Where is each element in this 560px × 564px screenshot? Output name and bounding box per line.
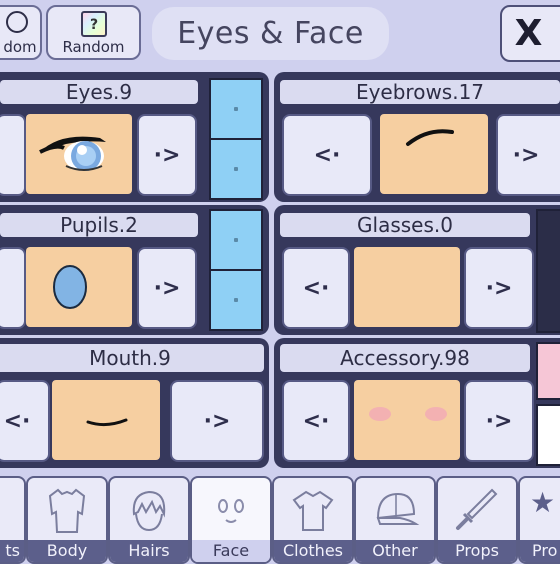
glasses-color-swatch[interactable] [536,209,560,333]
pupils-color-swatch-2[interactable] [209,269,263,331]
blush-graphic [369,407,447,421]
tab-label: Props [438,540,516,562]
accessory-panel: Accessory.98 <· ·> [274,338,560,468]
page-title: Eyes & Face [152,7,389,60]
pupils-color-swatch-1[interactable] [209,209,263,271]
shirt-icon [292,490,334,531]
random-button[interactable]: ? Random [46,5,141,60]
eyebrows-preview [380,114,488,194]
tab-body[interactable]: Body [26,476,108,564]
tab-props[interactable]: Props [436,476,518,564]
glasses-prev-button[interactable]: <· [282,247,350,329]
body-icon [48,488,86,533]
cap-icon [376,492,420,525]
eyebrow-graphic [406,129,454,146]
eyebrows-next-button[interactable]: ·> [496,114,560,196]
eyes-panel: Eyes.9 ·> [0,72,269,202]
tab-label: Clothes [274,540,352,562]
next-arrow-icon: ·> [153,142,181,168]
pupils-next-button[interactable]: ·> [137,247,197,329]
eyebrows-prev-button[interactable]: <· [282,114,372,196]
next-arrow-icon: ·> [485,408,513,434]
tab-label: Face [192,540,270,562]
eye-graphic [39,136,106,171]
close-button[interactable]: X [500,5,560,62]
random-question-mark: ? [89,17,99,33]
tab-partial[interactable]: ts [0,476,26,564]
pupils-prev-button[interactable] [0,247,26,329]
glasses-next-button[interactable]: ·> [464,247,534,329]
accessory-preview [354,380,460,460]
prev-arrow-icon: <· [3,408,31,434]
eyes-title: Eyes.9 [0,80,198,104]
prev-arrow-icon: <· [313,142,341,168]
mouth-panel: Mouth.9 <· ·> [0,338,269,468]
mouth-title: Mouth.9 [0,344,264,372]
accessory-color-swatch-2[interactable] [536,404,560,466]
accessory-prev-button[interactable]: <· [282,380,350,462]
tab-face[interactable]: Face [190,476,272,564]
tab-label: Hairs [110,540,188,562]
pupil-graphic [53,265,87,309]
next-arrow-icon: ·> [512,142,540,168]
tab-label: Body [28,540,106,562]
mouth-graphic [86,418,128,427]
close-icon: X [514,13,543,54]
circle-icon [6,11,28,33]
tab-pro[interactable]: ★ Pro [518,476,560,564]
accessory-next-button[interactable]: ·> [464,380,534,462]
eyes-color-swatch-1[interactable] [209,78,263,140]
sword-icon [456,488,498,530]
eyes-color-swatch-2[interactable] [209,138,263,200]
tab-clothes[interactable]: Clothes [272,476,354,564]
pupils-preview [26,247,132,327]
tab-label: ts [0,540,24,562]
pupils-title: Pupils.2 [0,213,198,237]
tab-other[interactable]: Other [354,476,436,564]
random-label: Random [62,38,125,56]
accessory-title: Accessory.98 [280,344,530,372]
hair-icon [132,490,166,532]
random-dice-icon: ? [81,11,107,37]
face-icon [218,499,244,523]
eyebrows-title: Eyebrows.17 [280,80,560,104]
bottom-tab-bar: ts Body Hairs Face Clothes Other Props ★… [0,470,560,564]
glasses-title: Glasses.0 [280,213,530,237]
prev-arrow-icon: <· [302,275,330,301]
eyebrows-panel: Eyebrows.17 <· ·> [274,72,560,202]
prev-arrow-icon: <· [302,408,330,434]
star-icon: ★ [530,486,556,519]
tab-label: Pro [520,540,560,562]
pupils-panel: Pupils.2 ·> [0,205,269,335]
next-arrow-icon: ·> [153,275,181,301]
random-partial-button[interactable]: dom [0,5,42,60]
glasses-panel: Glasses.0 <· ·> [274,205,560,335]
accessory-color-swatch-1[interactable] [536,342,560,400]
mouth-prev-button[interactable]: <· [0,380,50,462]
eyes-prev-button[interactable] [0,114,26,196]
mouth-next-button[interactable]: ·> [170,380,264,462]
next-arrow-icon: ·> [203,408,231,434]
glasses-preview [354,247,460,327]
tab-hairs[interactable]: Hairs [108,476,190,564]
next-arrow-icon: ·> [485,275,513,301]
tab-label: Other [356,540,434,562]
random-partial-label: dom [3,38,37,56]
eyes-next-button[interactable]: ·> [137,114,197,196]
mouth-preview [52,380,160,460]
eyes-preview [26,114,132,194]
